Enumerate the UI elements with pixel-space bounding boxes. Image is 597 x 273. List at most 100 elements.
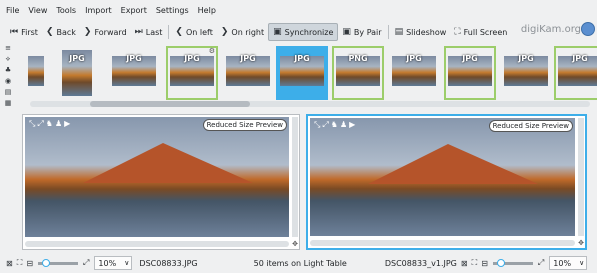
- right-zoom-fit-icon[interactable]: ⛶: [472, 258, 478, 268]
- thumbnail[interactable]: JPG: [222, 46, 274, 100]
- menu-help[interactable]: Help: [198, 6, 216, 15]
- right-zoom-slider-knob[interactable]: [496, 258, 505, 267]
- item-count: 50 items on Light Table: [253, 258, 347, 268]
- left-zoom-value: 10%: [98, 258, 117, 268]
- last-icon: ⏭: [134, 27, 143, 37]
- digikam-logo-icon: [581, 22, 595, 36]
- left-zoom-select[interactable]: 10% ∨: [94, 256, 133, 270]
- right-fit-icon[interactable]: ⊠: [461, 259, 468, 268]
- right-zoom-slider[interactable]: [492, 258, 533, 267]
- status-bar: ⊠ ⛶ ⊟ ⤢ 10% ∨ DSC08833.JPG 50 items on Li…: [0, 253, 597, 273]
- slideshow-button[interactable]: ▤ Slideshow: [391, 23, 451, 41]
- left-preview-image[interactable]: [25, 117, 289, 237]
- menu-export[interactable]: Export: [121, 6, 147, 15]
- thumbnail[interactable]: JPG: [58, 46, 96, 100]
- thumbnail-scrollbar[interactable]: [30, 101, 590, 107]
- thumbnail-bar: JPG JPG JPG ⚙ JPG JPG PNG JPG JPG JPG JP…: [22, 44, 597, 108]
- left-zoom-in-icon[interactable]: ⤢: [83, 258, 89, 268]
- thumbnail-ext: JPG: [462, 54, 478, 63]
- left-horizontal-scrollbar[interactable]: [25, 241, 289, 247]
- left-vertical-scrollbar[interactable]: [292, 117, 298, 237]
- thumbnail[interactable]: JPG: [554, 46, 597, 100]
- right-navigate-icon[interactable]: ✥: [578, 239, 584, 247]
- by-pair-button[interactable]: ▣ By Pair: [338, 23, 385, 41]
- main-toolbar: ⏮ First ❮ Back ❯ Forward ⏭ Last ❮ On left ❯ On…: [0, 21, 597, 43]
- left-zoom-fit-icon[interactable]: ⛶: [17, 258, 23, 268]
- thumbnail[interactable]: JPG: [500, 46, 552, 100]
- by-pair-label: By Pair: [353, 27, 382, 37]
- right-preview-image[interactable]: [310, 118, 575, 236]
- left-panel-tools[interactable]: ⤡⤢♞♟▶: [29, 119, 72, 129]
- sidebar-map-icon[interactable]: ◉: [0, 77, 16, 88]
- right-filename: DSC08833_v1.JPG: [384, 258, 457, 268]
- thumbnail[interactable]: JPG: [444, 46, 496, 100]
- digikam-logo-text: digiKam.org: [520, 24, 581, 35]
- toolbar-separator: [387, 25, 389, 39]
- thumbnail-ext: JPG: [518, 54, 534, 63]
- synchronize-label: Synchronize: [284, 27, 334, 37]
- thumbnail[interactable]: JPG: [108, 46, 160, 100]
- full-screen-label: Full Screen: [463, 27, 508, 37]
- right-horizontal-scrollbar[interactable]: [310, 240, 575, 246]
- sidebar-metadata-icon[interactable]: ⟡: [0, 55, 16, 66]
- sidebar-properties-icon[interactable]: ≡: [0, 44, 16, 55]
- thumbnail-ext: JPG: [184, 54, 200, 63]
- forward-icon: ❯: [83, 27, 92, 37]
- sidebar-captions-icon[interactable]: ▤: [0, 88, 16, 99]
- right-zoom-in-icon[interactable]: ⤢: [538, 258, 544, 268]
- menu-view[interactable]: View: [28, 6, 47, 15]
- thumbnail-ext: JPG: [240, 54, 256, 63]
- mountain-shape: [83, 143, 254, 184]
- thumbnail[interactable]: JPG: [388, 46, 440, 100]
- on-right-label: On right: [231, 27, 265, 37]
- back-button[interactable]: ❮ Back: [42, 23, 80, 41]
- synchronize-button[interactable]: ▣ Synchronize: [268, 23, 339, 41]
- right-zoom-select[interactable]: 10% ∨: [549, 256, 588, 270]
- left-fit-icon[interactable]: ⊠: [6, 259, 13, 268]
- left-sidebar: ≡ ⟡ ♣ ◉ ▤ ▦: [0, 44, 16, 124]
- left-zoom-out-icon[interactable]: ⊟: [26, 259, 33, 268]
- thumbnail-selected[interactable]: JPG: [276, 46, 328, 100]
- left-arrow-icon: ❮: [175, 27, 183, 37]
- left-navigate-icon[interactable]: ✥: [292, 240, 298, 248]
- on-left-button[interactable]: ❮ On left: [171, 23, 216, 41]
- forward-button[interactable]: ❯ Forward: [80, 23, 131, 41]
- right-panel-tools[interactable]: ⤡⤢♞♟▶: [314, 120, 357, 130]
- last-button[interactable]: ⏭ Last: [131, 23, 167, 41]
- sidebar-colors-icon[interactable]: ♣: [0, 66, 16, 77]
- forward-label: Forward: [94, 27, 127, 37]
- thumbnail-ext: JPG: [126, 54, 142, 63]
- right-vertical-scrollbar[interactable]: [578, 118, 584, 236]
- toolbar-separator: [168, 25, 170, 39]
- thumbnail-gear-icon[interactable]: ⚙: [209, 47, 215, 55]
- menu-tools[interactable]: Tools: [56, 6, 76, 15]
- sidebar-tools-icon[interactable]: ▦: [0, 99, 16, 110]
- menu-settings[interactable]: Settings: [156, 6, 189, 15]
- thumbnail[interactable]: [24, 46, 48, 100]
- left-preview-panel[interactable]: ⤡⤢♞♟▶ Reduced Size Preview ✥: [22, 114, 300, 250]
- first-icon: ⏮: [10, 27, 19, 37]
- on-right-button[interactable]: ❯ On right: [217, 23, 268, 41]
- left-zoom-slider[interactable]: [38, 258, 79, 267]
- thumbnail-ext: JPG: [572, 54, 588, 63]
- left-zoom-slider-knob[interactable]: [42, 258, 51, 267]
- thumbnail[interactable]: JPG ⚙: [166, 46, 218, 100]
- left-filename: DSC08833.JPG: [139, 258, 198, 268]
- left-preview-badge: Reduced Size Preview: [202, 119, 287, 131]
- menu-file[interactable]: File: [6, 6, 19, 15]
- first-button[interactable]: ⏮ First: [6, 23, 42, 41]
- thumbnail-scrollbar-handle[interactable]: [90, 101, 250, 107]
- chevron-down-icon: ∨: [124, 259, 130, 267]
- full-screen-icon: ⛶: [454, 27, 461, 37]
- on-left-label: On left: [185, 27, 213, 37]
- menu-import[interactable]: Import: [85, 6, 112, 15]
- right-arrow-icon: ❯: [220, 27, 229, 37]
- thumbnail[interactable]: PNG: [332, 46, 384, 100]
- slideshow-icon: ▤: [394, 27, 404, 37]
- right-zoom-out-icon[interactable]: ⊟: [481, 259, 488, 268]
- menu-bar: File View Tools Import Export Settings H…: [0, 0, 597, 20]
- full-screen-button[interactable]: ⛶ Full Screen: [450, 23, 511, 41]
- right-zoom-value: 10%: [553, 258, 572, 268]
- right-preview-panel[interactable]: ⤡⤢♞♟▶ Reduced Size Preview ✥: [306, 114, 587, 250]
- back-label: Back: [56, 27, 76, 37]
